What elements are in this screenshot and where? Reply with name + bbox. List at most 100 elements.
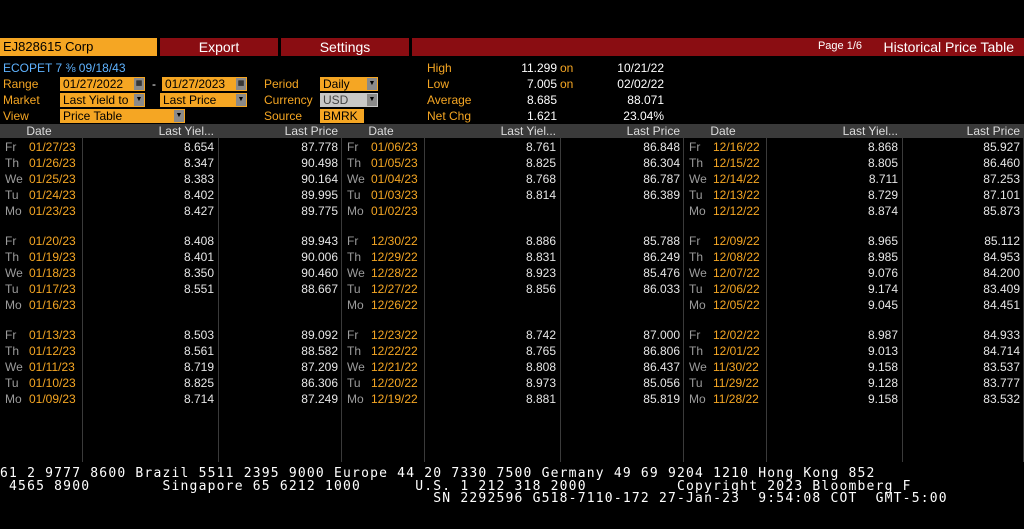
row-date[interactable]: 12/21/22 bbox=[371, 360, 426, 375]
row-day: Tu bbox=[347, 282, 361, 296]
row-date[interactable]: 12/12/22 bbox=[713, 204, 768, 219]
row-day: Tu bbox=[689, 188, 703, 202]
row-date[interactable]: 01/04/23 bbox=[371, 172, 426, 187]
export-button[interactable]: Export bbox=[160, 38, 278, 56]
row-date[interactable]: 01/13/23 bbox=[29, 328, 84, 343]
row-day: Tu bbox=[5, 376, 19, 390]
footer-session-info: SN 2292596 G518-7110-172 27-Jan-23 9:54:… bbox=[0, 491, 948, 506]
row-yield: 8.401 bbox=[183, 250, 214, 264]
row-date[interactable]: 11/30/22 bbox=[713, 360, 768, 375]
row-date[interactable]: 01/05/23 bbox=[371, 156, 426, 171]
row-yield: 8.765 bbox=[525, 344, 556, 358]
row-date[interactable]: 01/27/23 bbox=[29, 140, 84, 155]
row-day: Mo bbox=[689, 298, 706, 312]
settings-button[interactable]: Settings bbox=[281, 38, 409, 56]
row-date[interactable]: 01/11/23 bbox=[29, 360, 84, 375]
row-date[interactable]: 01/06/23 bbox=[371, 140, 426, 155]
row-date[interactable]: 12/07/22 bbox=[713, 266, 768, 281]
row-price bbox=[218, 298, 338, 313]
stat-label: Low bbox=[427, 77, 450, 91]
column-header-date[interactable]: Date bbox=[684, 124, 762, 138]
row-date[interactable]: 12/14/22 bbox=[713, 172, 768, 187]
row-date[interactable]: 01/16/23 bbox=[29, 298, 84, 313]
row-yield: 8.719 bbox=[183, 360, 214, 374]
row-date[interactable]: 12/28/22 bbox=[371, 266, 426, 281]
calendar-icon[interactable]: ▦ bbox=[134, 78, 144, 90]
security-input[interactable]: EJ828615 Corp bbox=[0, 38, 157, 56]
row-yield: 8.825 bbox=[183, 376, 214, 390]
row-day: Fr bbox=[347, 234, 359, 248]
row-yield: 8.383 bbox=[183, 172, 214, 186]
row-date[interactable]: 01/25/23 bbox=[29, 172, 84, 187]
row-date[interactable]: 12/09/22 bbox=[713, 234, 768, 249]
row-date[interactable]: 01/12/23 bbox=[29, 344, 84, 359]
bond-name: ECOPET 7 ⅜ 09/18/43 bbox=[3, 61, 126, 75]
row-date[interactable]: 12/19/22 bbox=[371, 392, 426, 407]
row-price: 85.056 bbox=[643, 376, 680, 390]
range-separator: - bbox=[152, 77, 156, 91]
row-yield: 8.874 bbox=[867, 204, 898, 218]
row-date[interactable]: 12/15/22 bbox=[713, 156, 768, 171]
row-date[interactable]: 12/20/22 bbox=[371, 376, 426, 391]
period-select[interactable]: Daily ▼ bbox=[320, 77, 378, 91]
row-date[interactable]: 11/28/22 bbox=[713, 392, 768, 407]
row-date[interactable]: 01/02/23 bbox=[371, 204, 426, 219]
row-date[interactable]: 01/18/23 bbox=[29, 266, 84, 281]
row-date[interactable]: 01/20/23 bbox=[29, 234, 84, 249]
row-date[interactable]: 12/02/22 bbox=[713, 328, 768, 343]
row-date[interactable]: 12/26/22 bbox=[371, 298, 426, 313]
row-date[interactable]: 01/24/23 bbox=[29, 188, 84, 203]
row-date[interactable]: 12/06/22 bbox=[713, 282, 768, 297]
row-date[interactable]: 01/23/23 bbox=[29, 204, 84, 219]
column-header-yield[interactable]: Last Yiel... bbox=[82, 124, 214, 138]
row-day: We bbox=[347, 360, 365, 374]
row-date[interactable]: 01/19/23 bbox=[29, 250, 84, 265]
row-date[interactable]: 12/13/22 bbox=[713, 188, 768, 203]
row-date[interactable]: 01/03/23 bbox=[371, 188, 426, 203]
row-date[interactable]: 12/05/22 bbox=[713, 298, 768, 313]
row-day: Fr bbox=[689, 234, 701, 248]
currency-select[interactable]: USD ▼ bbox=[320, 93, 378, 107]
stat-on-label: on bbox=[560, 77, 574, 91]
calendar-icon[interactable]: ▦ bbox=[236, 78, 246, 90]
row-yield: 9.128 bbox=[867, 376, 898, 390]
row-yield: 8.805 bbox=[867, 156, 898, 170]
column-header-yield[interactable]: Last Yiel... bbox=[424, 124, 556, 138]
market-select-price[interactable]: Last Price ▼ bbox=[160, 93, 247, 107]
row-price: 88.667 bbox=[301, 282, 338, 296]
column-header-price[interactable]: Last Price bbox=[902, 124, 1020, 138]
column-header-price[interactable]: Last Price bbox=[560, 124, 680, 138]
row-date[interactable]: 12/16/22 bbox=[713, 140, 768, 155]
row-price: 84.451 bbox=[983, 298, 1020, 312]
row-date[interactable]: 12/23/22 bbox=[371, 328, 426, 343]
column-header-date[interactable]: Date bbox=[0, 124, 78, 138]
range-start-input[interactable]: 01/27/2022 ▦ bbox=[60, 77, 145, 91]
column-header-date[interactable]: Date bbox=[342, 124, 420, 138]
column-header-yield[interactable]: Last Yiel... bbox=[766, 124, 898, 138]
row-date[interactable]: 12/22/22 bbox=[371, 344, 426, 359]
row-date[interactable]: 01/09/23 bbox=[29, 392, 84, 407]
row-date[interactable]: 01/26/23 bbox=[29, 156, 84, 171]
source-input[interactable]: BMRK bbox=[320, 109, 364, 123]
row-date[interactable]: 12/29/22 bbox=[371, 250, 426, 265]
view-select[interactable]: Price Table ▼ bbox=[60, 109, 185, 123]
row-price: 84.200 bbox=[983, 266, 1020, 280]
row-day: We bbox=[5, 266, 23, 280]
row-date[interactable]: 01/17/23 bbox=[29, 282, 84, 297]
row-date[interactable]: 12/27/22 bbox=[371, 282, 426, 297]
row-date[interactable]: 12/08/22 bbox=[713, 250, 768, 265]
market-select-yield[interactable]: Last Yield to ▼ bbox=[60, 93, 145, 107]
row-yield: 8.814 bbox=[525, 188, 556, 202]
row-date[interactable]: 01/10/23 bbox=[29, 376, 84, 391]
row-date[interactable]: 12/01/22 bbox=[713, 344, 768, 359]
range-start-value: 01/27/2022 bbox=[63, 77, 124, 91]
stat-label: Average bbox=[427, 93, 472, 107]
row-day: We bbox=[347, 266, 365, 280]
row-yield: 9.158 bbox=[867, 392, 898, 406]
row-date[interactable]: 11/29/22 bbox=[713, 376, 768, 391]
row-price bbox=[560, 298, 680, 313]
chevron-down-icon: ▼ bbox=[236, 94, 246, 106]
row-date[interactable]: 12/30/22 bbox=[371, 234, 426, 249]
column-header-price[interactable]: Last Price bbox=[218, 124, 338, 138]
range-end-input[interactable]: 01/27/2023 ▦ bbox=[162, 77, 247, 91]
